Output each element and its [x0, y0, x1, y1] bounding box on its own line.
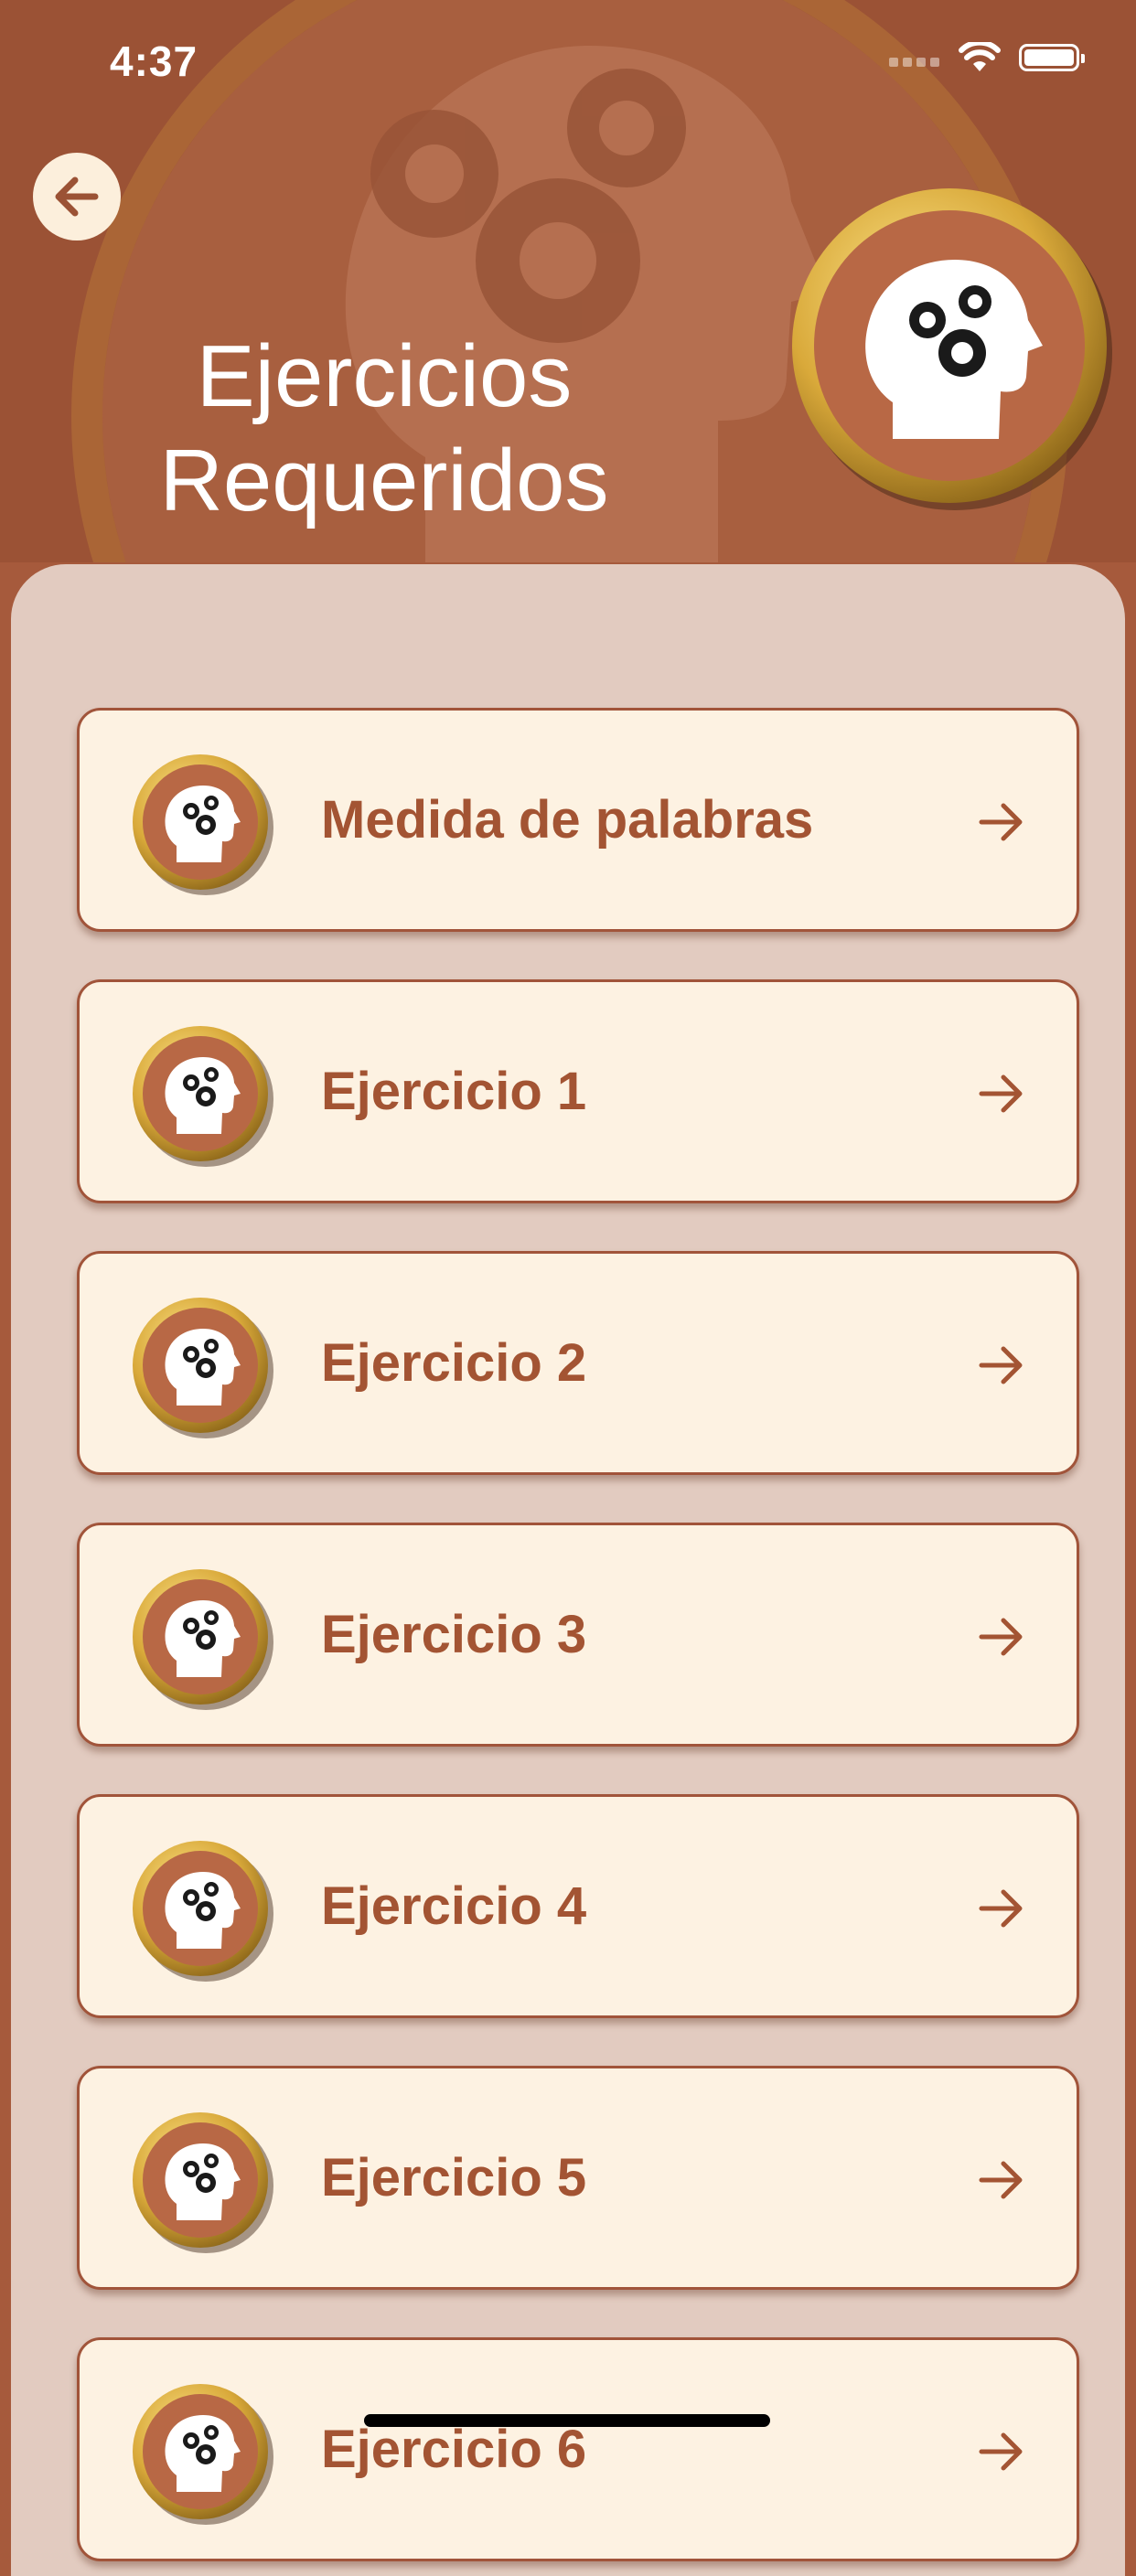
brain-gears-icon — [133, 2112, 273, 2253]
exercise-label: Medida de palabras — [321, 790, 814, 850]
back-button[interactable] — [33, 153, 121, 240]
exercise-list-item[interactable]: Ejercicio 6 — [77, 2337, 1079, 2561]
exercise-list-item[interactable]: Ejercicio 5 — [77, 2066, 1079, 2290]
exercise-list-item[interactable]: Ejercicio 4 — [77, 1794, 1079, 2018]
status-icons — [889, 42, 1085, 73]
exercise-list-item[interactable]: Ejercicio 3 — [77, 1523, 1079, 1747]
brain-gears-icon — [792, 188, 1112, 510]
page-title-line1: Ejercicios — [196, 327, 573, 425]
arrow-right-icon — [979, 1618, 1023, 1656]
exercise-label: Ejercicio 3 — [321, 1605, 587, 1664]
arrow-right-icon — [979, 2432, 1023, 2471]
cellular-signal-icon — [889, 48, 940, 67]
exercise-label: Ejercicio 4 — [321, 1876, 587, 1936]
page-title-line2: Requeridos — [159, 432, 609, 529]
page-title: Ejercicios Requeridos — [110, 325, 659, 533]
exercise-label: Ejercicio 5 — [321, 2148, 587, 2207]
brain-gears-icon — [133, 1569, 273, 1710]
header-banner: 4:37 Ejercicios Requeridos — [0, 0, 1136, 562]
exercise-list-panel: Medida de palabras Ejercicio 1 Ejercicio 2… — [11, 564, 1125, 2576]
arrow-right-icon — [979, 803, 1023, 841]
battery-icon — [1019, 44, 1085, 71]
brain-gears-icon — [133, 1298, 273, 1438]
arrow-right-icon — [979, 1346, 1023, 1384]
exercise-label: Ejercicio 6 — [321, 2420, 587, 2479]
status-time: 4:37 — [110, 37, 198, 85]
brain-gears-icon — [133, 1026, 273, 1167]
exercise-label: Ejercicio 1 — [321, 1062, 587, 1121]
exercise-list-item[interactable]: Medida de palabras — [77, 708, 1079, 932]
exercise-list-item[interactable]: Ejercicio 2 — [77, 1251, 1079, 1475]
arrow-right-icon — [979, 2161, 1023, 2199]
brain-gears-icon — [133, 754, 273, 895]
arrow-right-icon — [979, 1074, 1023, 1113]
arrow-right-icon — [979, 1889, 1023, 1928]
home-indicator — [364, 2414, 770, 2427]
exercise-list-item[interactable]: Ejercicio 1 — [77, 979, 1079, 1203]
exercise-label: Ejercicio 2 — [321, 1333, 587, 1393]
arrow-left-icon — [55, 176, 99, 217]
brain-gears-icon — [133, 2384, 273, 2525]
brain-gears-icon — [133, 1841, 273, 1982]
wifi-icon — [959, 42, 1001, 71]
